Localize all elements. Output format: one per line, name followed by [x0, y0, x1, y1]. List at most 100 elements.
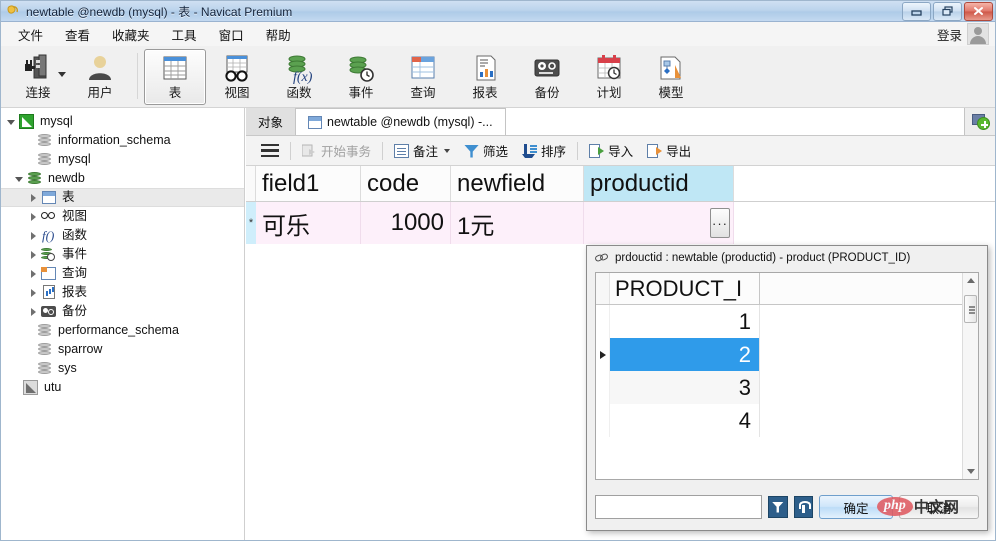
tree-label: 事件	[62, 247, 88, 261]
menu-view[interactable]: 查看	[54, 22, 101, 47]
expander-closed-icon[interactable]	[27, 305, 40, 318]
list-item[interactable]: 3	[596, 371, 978, 404]
restore-button[interactable]	[933, 1, 962, 21]
foreign-key-lookup-dialog[interactable]: prdouctid : newtable (productid) - produ…	[586, 245, 988, 531]
toolbar-user[interactable]: 用户	[69, 49, 131, 105]
column-newfield[interactable]: newfield	[451, 166, 584, 201]
column-code[interactable]: code	[361, 166, 451, 201]
toolbar-connection[interactable]: 连接	[7, 49, 69, 105]
note-button[interactable]: 备注	[387, 139, 457, 162]
tree-db-sparrow[interactable]: sparrow	[1, 340, 244, 359]
list-item-value[interactable]: 2	[610, 338, 760, 371]
tree-label: 备份	[62, 304, 88, 318]
tree-node-tables[interactable]: 表	[1, 188, 244, 207]
tree-node-views[interactable]: 视图	[1, 207, 244, 226]
tab-objects[interactable]: 对象	[246, 108, 297, 135]
tree-node-queries[interactable]: 查询	[1, 264, 244, 283]
toolbar-report[interactable]: 报表	[454, 49, 516, 105]
begin-transaction-button[interactable]: 开始事务	[295, 139, 378, 162]
filter-funnel-icon[interactable]	[768, 496, 788, 518]
expander-closed-icon[interactable]	[27, 267, 40, 280]
tree-node-events[interactable]: 事件	[1, 245, 244, 264]
cell-field1[interactable]: 可乐	[256, 202, 361, 244]
list-item-value[interactable]: 1	[610, 305, 760, 338]
connection-gray-icon	[22, 380, 39, 395]
search-input[interactable]	[595, 495, 762, 519]
menu-window[interactable]: 窗口	[208, 22, 255, 47]
list-item[interactable]: 4	[596, 404, 978, 437]
tree-db-information-schema[interactable]: information_schema	[1, 131, 244, 150]
expander-closed-icon[interactable]	[27, 191, 40, 204]
toolbar-schedule[interactable]: 计划	[578, 49, 640, 105]
close-button[interactable]	[964, 1, 993, 21]
import-button[interactable]: 导入	[582, 139, 640, 162]
tree-db-mysql[interactable]: mysql	[1, 150, 244, 169]
tree-node-functions[interactable]: f() 函数	[1, 226, 244, 245]
avatar[interactable]	[967, 23, 989, 45]
cell-newfield[interactable]: 1元	[451, 202, 584, 244]
list-item-value[interactable]: 3	[610, 371, 760, 404]
wrench-icon[interactable]	[793, 496, 814, 518]
chevron-down-icon[interactable]	[58, 72, 66, 77]
list-item[interactable]: 2	[596, 338, 978, 371]
lookup-column-header[interactable]: PRODUCT_I	[610, 273, 760, 304]
toolbar-model[interactable]: 模型	[640, 49, 702, 105]
tree-connection-utu[interactable]: utu	[1, 378, 244, 397]
expander-open-icon[interactable]	[13, 172, 26, 185]
toolbar-view[interactable]: 视图	[206, 49, 268, 105]
new-tab-plus-icon[interactable]	[965, 108, 995, 135]
cell-productid[interactable]: ···	[584, 202, 734, 244]
sort-button[interactable]: 排序	[515, 139, 573, 162]
menu-tools[interactable]: 工具	[161, 22, 208, 47]
expander-open-icon[interactable]	[5, 115, 18, 128]
login-label[interactable]: 登录	[937, 25, 962, 44]
vertical-scrollbar[interactable]	[962, 273, 978, 479]
scroll-up-arrow-icon[interactable]	[963, 273, 978, 288]
tree-connection-mysql[interactable]: mysql	[1, 112, 244, 131]
column-field1[interactable]: field1	[256, 166, 361, 201]
tree-label: utu	[44, 380, 62, 394]
cell-code[interactable]: 1000	[361, 202, 451, 244]
tree-db-newdb[interactable]: newdb	[1, 169, 244, 188]
menu-favorites[interactable]: 收藏夹	[101, 22, 161, 47]
ok-button[interactable]: 确定	[819, 495, 894, 519]
scrollbar-thumb[interactable]	[964, 295, 977, 323]
toolbar-query[interactable]: 查询	[392, 49, 454, 105]
tree-db-sys[interactable]: sys	[1, 359, 244, 378]
table-row[interactable]: * 可乐 1000 1元 ···	[246, 202, 995, 244]
menu-help[interactable]: 帮助	[255, 22, 302, 47]
toolbar-backup[interactable]: 备份	[516, 49, 578, 105]
toolbar-report-label: 报表	[472, 86, 498, 100]
lookup-list[interactable]: PRODUCT_I 1 2 3 4	[595, 272, 979, 480]
database-gray-icon	[36, 342, 53, 357]
export-button[interactable]: 导出	[640, 139, 698, 162]
list-item-value[interactable]: 4	[610, 404, 760, 437]
chevron-down-icon[interactable]	[444, 148, 451, 153]
hamburger-menu-icon[interactable]	[254, 142, 286, 160]
minimize-button[interactable]	[902, 1, 931, 21]
expander-closed-icon[interactable]	[27, 286, 40, 299]
scroll-down-arrow-icon[interactable]	[963, 464, 978, 479]
import-icon	[589, 143, 605, 158]
tree-node-reports[interactable]: 报表	[1, 283, 244, 302]
toolbar-event[interactable]: 事件	[330, 49, 392, 105]
list-item[interactable]: 1	[596, 305, 978, 338]
cancel-button[interactable]: 取消	[899, 495, 980, 519]
toolbar-function[interactable]: f(x) 函数	[268, 49, 330, 105]
tab-newtable[interactable]: newtable @newdb (mysql) -...	[296, 108, 506, 135]
column-productid[interactable]: productid	[584, 166, 734, 201]
expander-none	[9, 381, 22, 394]
window-controls	[900, 1, 995, 21]
tree-node-backups[interactable]: 备份	[1, 302, 244, 321]
toolbar-table[interactable]: 表	[144, 49, 206, 105]
lookup-ellipsis-button[interactable]: ···	[710, 208, 730, 238]
tab-filler	[505, 108, 965, 135]
menu-file[interactable]: 文件	[7, 22, 54, 47]
expander-closed-icon[interactable]	[27, 229, 40, 242]
object-tree-sidebar[interactable]: mysql information_schema mysql newdb 表 视…	[1, 108, 245, 540]
toolbar-table-label: 表	[168, 86, 182, 100]
expander-closed-icon[interactable]	[27, 248, 40, 261]
filter-button[interactable]: 筛选	[457, 139, 515, 162]
tree-db-performance-schema[interactable]: performance_schema	[1, 321, 244, 340]
expander-closed-icon[interactable]	[27, 210, 40, 223]
